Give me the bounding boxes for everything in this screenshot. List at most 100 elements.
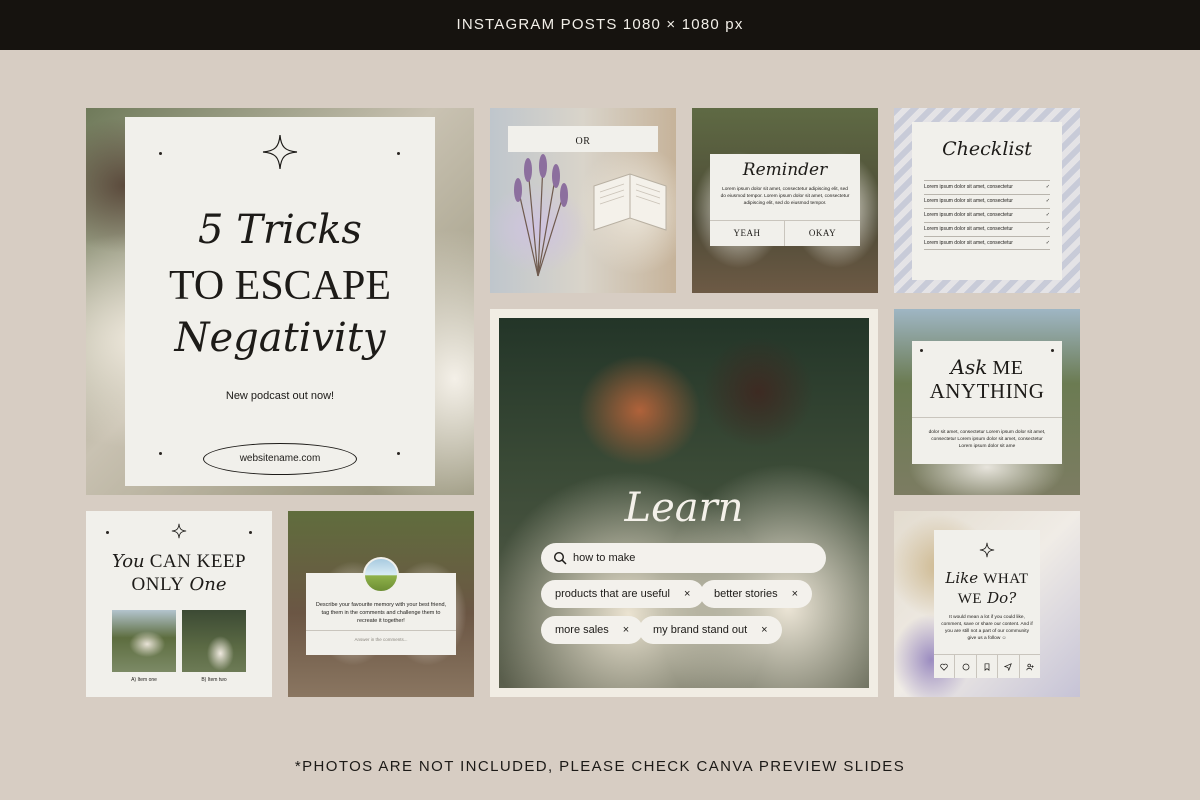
tricks-line2: TO ESCAPE — [168, 263, 392, 309]
reminder-card: Reminder Lorem ipsum dolor sit amet, con… — [710, 154, 860, 246]
tricks-line3: Negativity — [174, 315, 386, 361]
checklist-item-label: Lorem ipsum dolor sit amet, consectetur — [924, 240, 1013, 246]
learn-title: Learn — [624, 485, 744, 531]
corner-dot — [159, 152, 162, 155]
post-tricks: 5 Tricks TO ESCAPE Negativity New podcas… — [86, 108, 474, 495]
checklist-item-label: Lorem ipsum dolor sit amet, consectetur — [924, 198, 1013, 204]
corner-dot — [920, 349, 923, 352]
checklist-card: Checklist Lorem ipsum dolor sit amet, co… — [912, 122, 1062, 280]
checklist-item[interactable]: Lorem ipsum dolor sit amet, consectetur ✓ — [924, 194, 1050, 208]
keep-line2: ONLY One — [86, 574, 272, 596]
tricks-subtitle: New podcast out now! — [225, 390, 335, 402]
chip-label: more sales — [555, 624, 609, 636]
corner-dot — [249, 531, 252, 534]
checklist-item[interactable]: Lorem ipsum dolor sit amet, consectetur ✓ — [924, 208, 1050, 222]
ask-body: dolor sit amet, consectetur Lorem ipsum … — [928, 430, 1046, 449]
like-body: It would mean a lot if you could like, c… — [941, 615, 1033, 641]
checklist-item-label: Lorem ipsum dolor sit amet, consectetur — [924, 212, 1013, 218]
post-or: OR — [490, 108, 676, 293]
answer-input[interactable]: Answer in the comments... — [306, 637, 456, 642]
check-icon: ✓ — [1045, 184, 1050, 190]
checklist-item-label: Lorem ipsum dolor sit amet, consectetur — [924, 184, 1013, 190]
corner-dot — [397, 452, 400, 455]
like-line1: Like WHAT — [934, 568, 1040, 588]
only-word: ONLY — [131, 574, 185, 595]
one-word: One — [189, 574, 227, 595]
reminder-body: Lorem ipsum dolor sit amet, consectetur … — [720, 187, 850, 206]
divider — [306, 630, 456, 631]
sparkle-icon — [171, 523, 187, 539]
like-line2: WE Do? — [934, 588, 1040, 608]
check-icon: ✓ — [1045, 198, 1050, 204]
tricks-line1: 5 Tricks — [198, 207, 362, 253]
post-memory: Describe your favourite memory with your… — [288, 511, 474, 697]
keep-line1: You CAN KEEP — [86, 551, 272, 573]
post-keep: You CAN KEEP ONLY One A) Item one B) Ite… — [86, 511, 272, 697]
footer-note: *PHOTOS ARE NOT INCLUDED, PLEASE CHECK C… — [294, 758, 906, 775]
divider — [912, 417, 1062, 418]
check-icon: ✓ — [1045, 240, 1050, 246]
sparkle-icon — [262, 134, 298, 170]
anything-word: ANYTHING — [929, 379, 1045, 403]
post-learn: Learn how to make products that are usef… — [490, 309, 878, 697]
follow-icon[interactable] — [1020, 655, 1040, 678]
chip-label: products that are useful — [555, 588, 670, 600]
chip-brand[interactable]: my brand stand out × — [639, 616, 782, 644]
option-a-label: A) Item one — [131, 677, 157, 683]
reminder-title: Reminder — [742, 160, 828, 180]
action-bar — [934, 655, 1040, 678]
share-icon[interactable] — [998, 655, 1020, 678]
checklist-item[interactable]: Lorem ipsum dolor sit amet, consectetur ✓ — [924, 236, 1050, 250]
memory-body: Describe your favourite memory with your… — [315, 602, 447, 624]
ask-card: Ask ME ANYTHING dolor sit amet, consecte… — [912, 341, 1062, 464]
header-title: INSTAGRAM POSTS 1080 × 1080 px — [456, 16, 744, 33]
close-icon[interactable]: × — [684, 588, 690, 600]
we-word: WE — [957, 591, 983, 607]
sparkle-icon — [979, 542, 995, 558]
chip-sales[interactable]: more sales × — [541, 616, 644, 644]
post-like: Like WHAT WE Do? It would mean a lot if … — [894, 511, 1080, 697]
checklist-item[interactable]: Lorem ipsum dolor sit amet, consectetur ✓ — [924, 222, 1050, 236]
website-link[interactable]: websitename.com — [203, 443, 357, 475]
or-label: OR — [575, 136, 591, 147]
search-icon — [553, 551, 567, 565]
corner-dot — [159, 452, 162, 455]
chip-label: better stories — [714, 588, 778, 600]
post-ask: Ask ME ANYTHING dolor sit amet, consecte… — [894, 309, 1080, 495]
lavender-illustration — [514, 154, 568, 277]
checklist-title: Checklist — [942, 138, 1032, 160]
do-word: Do? — [987, 589, 1017, 607]
me-word: ME — [992, 357, 1024, 379]
reply-okay-button[interactable]: OKAY — [785, 221, 860, 246]
ask-title-row: Ask ME — [912, 355, 1062, 380]
ask-word: Ask — [950, 355, 988, 379]
checklist-item-label: Lorem ipsum dolor sit amet, consectetur — [924, 226, 1013, 232]
chip-products[interactable]: products that are useful × — [541, 580, 705, 608]
reply-yeah-button[interactable]: YEAH — [710, 221, 784, 246]
checklist-item[interactable]: Lorem ipsum dolor sit amet, consectetur ✓ — [924, 180, 1050, 194]
chip-stories[interactable]: better stories × — [700, 580, 813, 608]
like-word: Like — [945, 569, 979, 587]
post-tricks-card: 5 Tricks TO ESCAPE Negativity New podcas… — [125, 117, 435, 486]
learn-search-bar[interactable]: how to make — [541, 543, 826, 573]
corner-dot — [1051, 349, 1054, 352]
option-a-image[interactable] — [112, 610, 176, 672]
option-b-image[interactable] — [182, 610, 246, 672]
comment-icon[interactable] — [955, 655, 977, 678]
avatar — [363, 557, 399, 593]
book-illustration — [593, 173, 667, 231]
check-icon: ✓ — [1045, 212, 1050, 218]
chip-label: my brand stand out — [653, 624, 748, 636]
search-query: how to make — [573, 552, 636, 564]
or-bar: OR — [508, 126, 658, 152]
close-icon[interactable]: × — [761, 624, 767, 636]
post-checklist: Checklist Lorem ipsum dolor sit amet, co… — [894, 108, 1080, 293]
heart-icon[interactable] — [934, 655, 956, 678]
corner-dot — [106, 531, 109, 534]
bookmark-icon[interactable] — [977, 655, 999, 678]
can-keep-word: CAN KEEP — [149, 551, 247, 572]
like-card: Like WHAT WE Do? It would mean a lot if … — [934, 530, 1040, 678]
close-icon[interactable]: × — [792, 588, 798, 600]
header-bar: INSTAGRAM POSTS 1080 × 1080 px — [0, 0, 1200, 50]
close-icon[interactable]: × — [623, 624, 629, 636]
